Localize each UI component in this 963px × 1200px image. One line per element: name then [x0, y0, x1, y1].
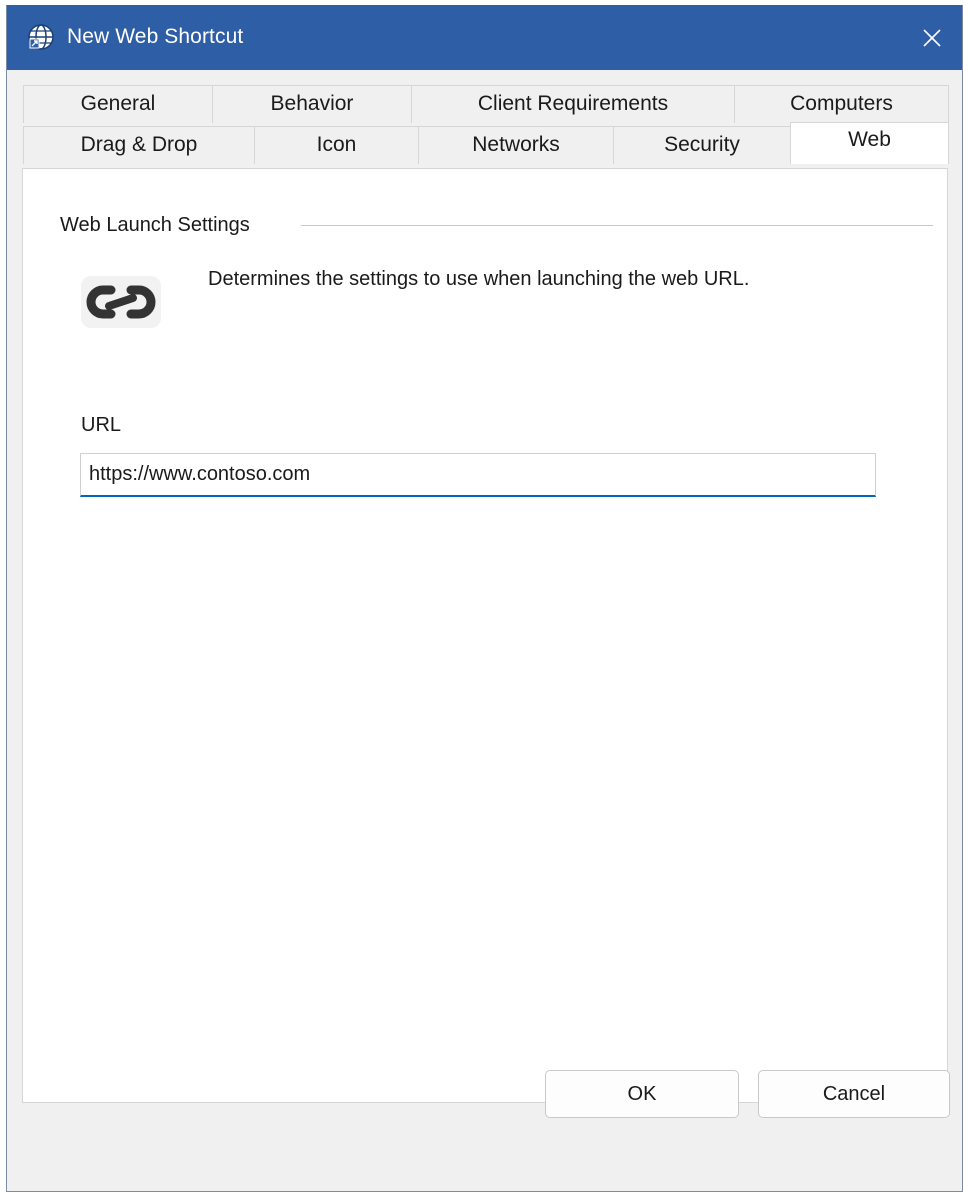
tab-security[interactable]: Security [613, 126, 791, 164]
tab-label: Drag & Drop [80, 133, 198, 156]
close-button[interactable] [902, 5, 962, 70]
tab-general[interactable]: General [23, 85, 213, 123]
title-bar: New Web Shortcut [7, 5, 962, 70]
ok-button[interactable]: OK [545, 1070, 739, 1118]
tab-label: Networks [472, 133, 560, 156]
tab-drag-drop[interactable]: Drag & Drop [23, 126, 255, 164]
tab-computers[interactable]: Computers [734, 85, 949, 123]
globe-icon [27, 23, 55, 51]
tab-content-panel: Web Launch Settings Determines the setti… [22, 168, 948, 1103]
tab-label: Computers [790, 92, 893, 115]
tab-networks[interactable]: Networks [418, 126, 614, 164]
tab-client-requirements[interactable]: Client Requirements [411, 85, 735, 123]
window-title: New Web Shortcut [67, 25, 244, 48]
tab-label: Client Requirements [477, 92, 669, 115]
tab-label: Icon [316, 133, 357, 156]
tab-label: Behavior [270, 92, 354, 115]
tab-label: Security [664, 133, 740, 156]
tab-icon[interactable]: Icon [254, 126, 419, 164]
tab-web[interactable]: Web [790, 122, 949, 164]
url-label: URL [81, 414, 122, 436]
dialog-window: New Web Shortcut General Behavior Client… [6, 5, 963, 1192]
tab-behavior[interactable]: Behavior [212, 85, 412, 123]
cancel-button[interactable]: Cancel [758, 1070, 950, 1118]
close-icon [923, 28, 941, 47]
link-icon [81, 276, 161, 328]
url-input[interactable] [80, 453, 876, 497]
group-label: Web Launch Settings [60, 214, 250, 236]
group-divider [301, 225, 933, 226]
tab-label: General [80, 92, 156, 115]
description-text: Determines the settings to use when laun… [208, 268, 750, 290]
tab-label: Web [848, 128, 891, 151]
